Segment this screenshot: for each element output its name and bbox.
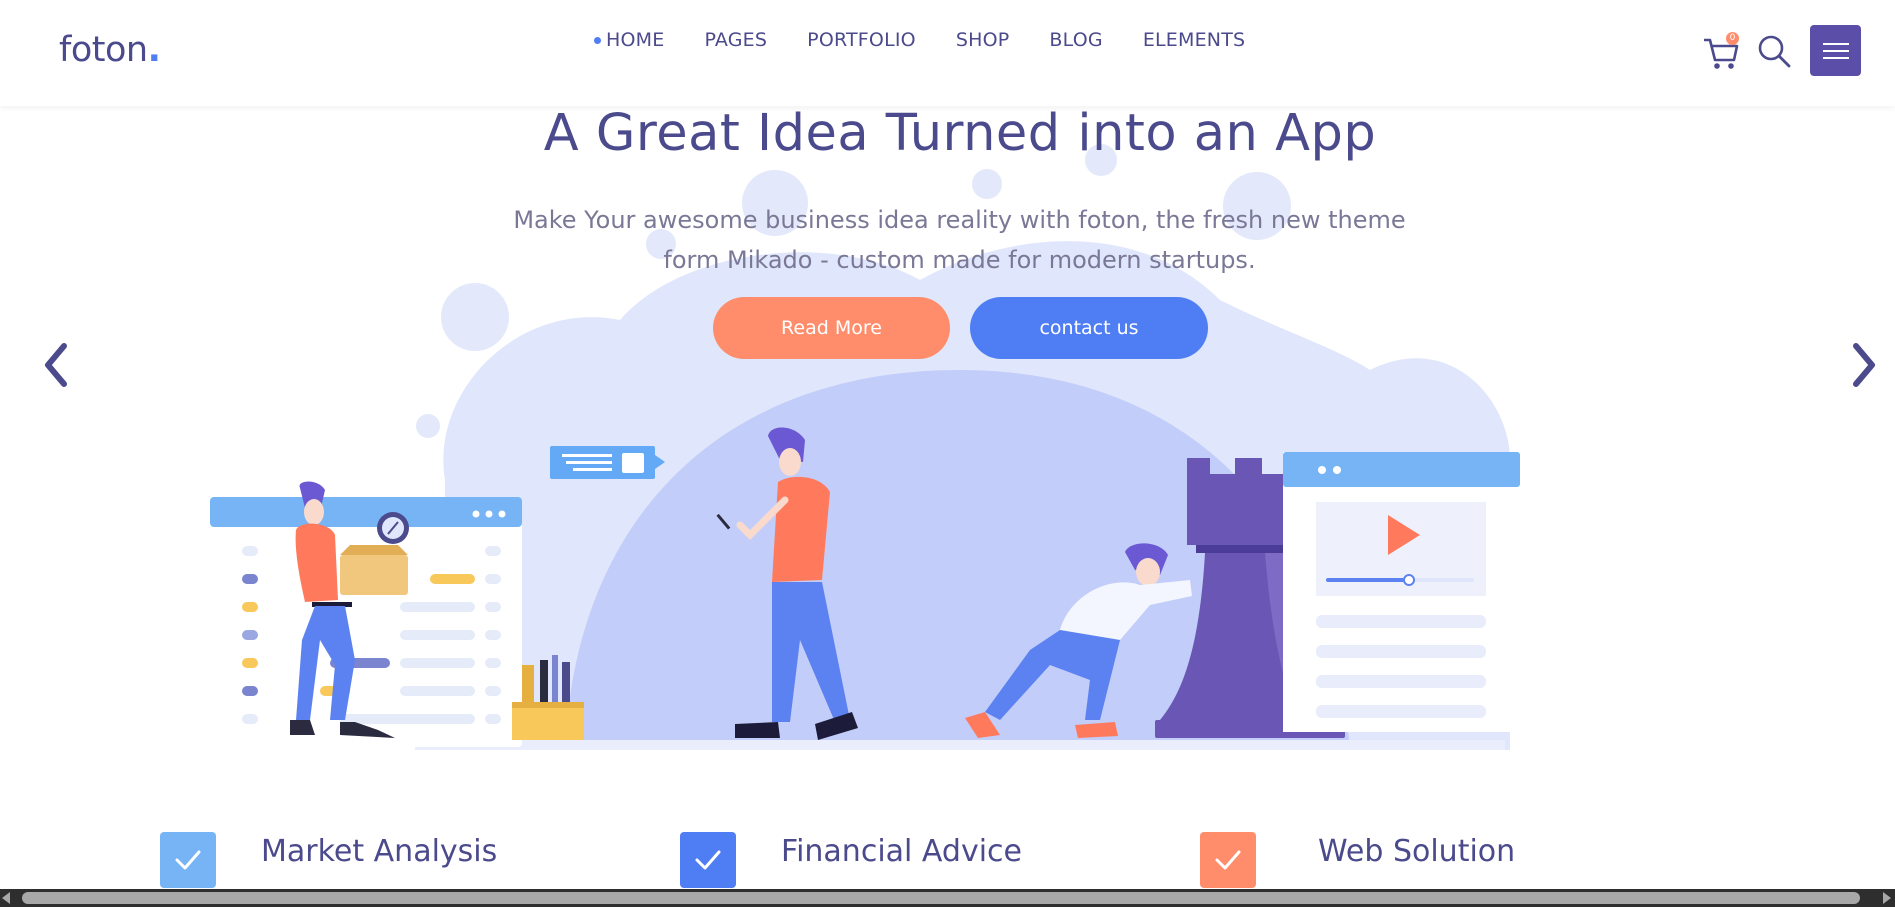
menu-line	[1822, 49, 1849, 52]
menu-line	[1822, 42, 1849, 45]
slider-prev-arrow-icon[interactable]	[40, 340, 70, 390]
checkmark-icon	[680, 832, 736, 888]
active-bullet-icon	[594, 36, 601, 44]
nav-item-elements[interactable]: ELEMENTS	[1143, 29, 1245, 51]
hamburger-menu-button[interactable]	[1810, 25, 1861, 76]
nav-item-home[interactable]: HOME	[594, 29, 664, 51]
feature-title: Financial Advice	[781, 834, 1022, 869]
contact-us-button[interactable]: contact us	[970, 297, 1208, 359]
nav-item-shop[interactable]: SHOP	[956, 29, 1010, 51]
scroll-left-icon[interactable]	[2, 892, 10, 904]
feature-financial-advice: Financial Advice	[680, 832, 1022, 892]
slider-next-arrow-icon[interactable]	[1850, 340, 1880, 390]
feature-title: Market Analysis	[261, 834, 498, 869]
logo-text: foton	[59, 30, 148, 70]
hero-illustration	[210, 144, 1520, 750]
site-header: foton. HOME PAGES PORTFOLIO SHOP BLOG EL…	[0, 0, 1895, 106]
scrollbar-thumb[interactable]	[22, 892, 1860, 904]
nav-label: HOME	[606, 29, 665, 51]
nav-item-blog[interactable]: BLOG	[1049, 29, 1102, 51]
feature-title: Web Solution	[1318, 834, 1516, 869]
checkmark-icon	[160, 832, 216, 888]
feature-web-solution: Web Solution	[1200, 832, 1515, 892]
logo[interactable]: foton.	[59, 30, 161, 70]
read-more-button[interactable]: Read More	[713, 297, 950, 359]
cart-count-badge: 0	[1726, 32, 1739, 45]
menu-line	[1822, 56, 1849, 59]
search-icon[interactable]	[1757, 34, 1791, 68]
scroll-right-icon[interactable]	[1883, 892, 1891, 904]
logo-dot: .	[147, 30, 161, 70]
main-nav: HOME PAGES PORTFOLIO SHOP BLOG ELEMENTS	[594, 28, 1285, 52]
nav-item-pages[interactable]: PAGES	[704, 29, 767, 51]
feature-market-analysis: Market Analysis	[160, 832, 497, 892]
hero-title: A Great Idea Turned into an App	[543, 104, 1377, 163]
checkmark-icon	[1200, 832, 1256, 888]
horizontal-scrollbar[interactable]	[0, 889, 1895, 907]
hero-subtitle: Make Your awesome business idea reality …	[513, 206, 1406, 274]
nav-item-portfolio[interactable]: PORTFOLIO	[807, 29, 916, 51]
